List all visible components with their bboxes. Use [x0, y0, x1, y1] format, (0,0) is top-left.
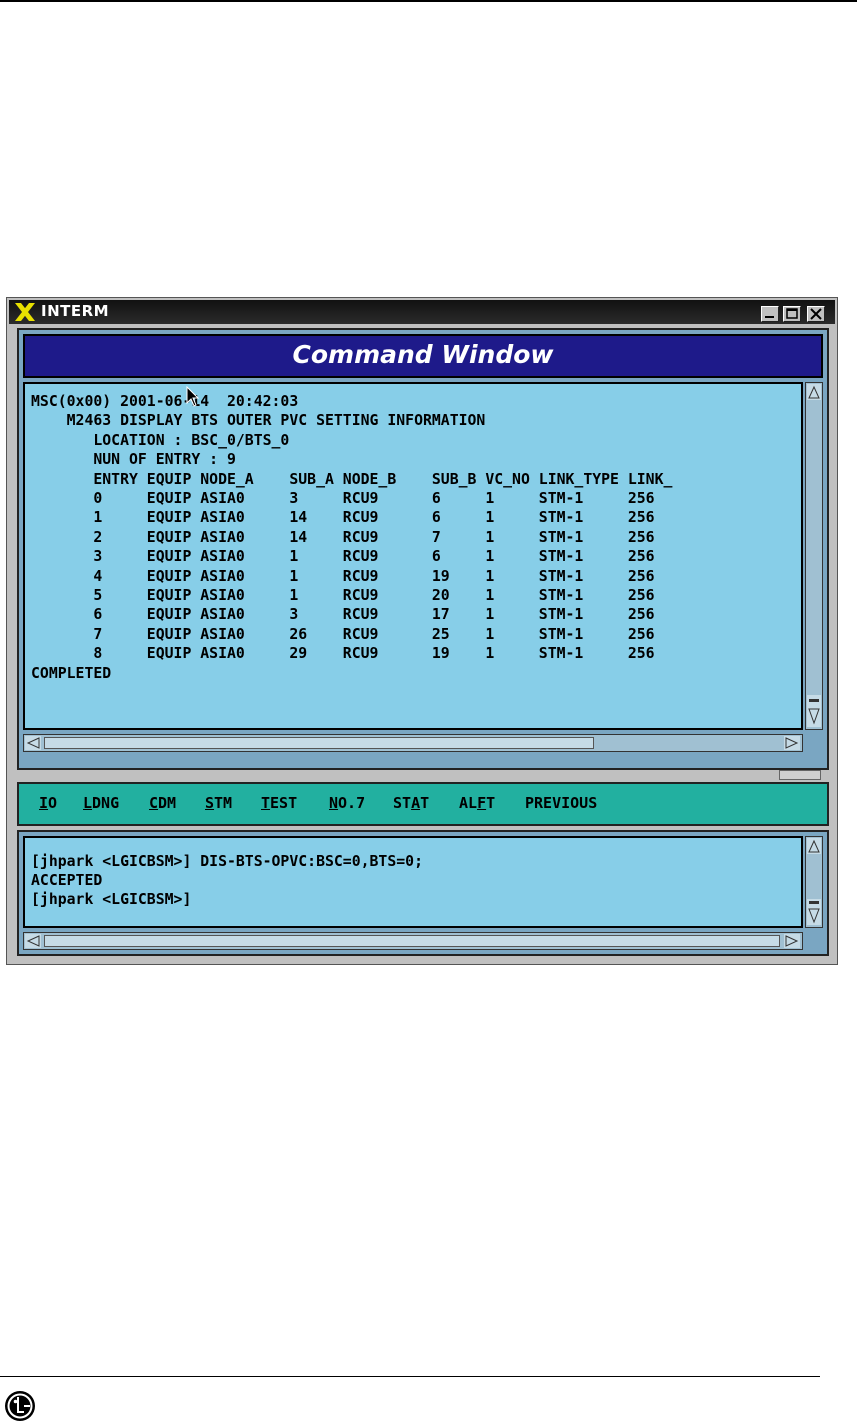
scroll-left-button[interactable]: [25, 736, 41, 750]
arrow-up-icon: [808, 385, 820, 399]
menu-item-stat[interactable]: STAT: [393, 794, 429, 812]
menu-item-mnemonic: T: [261, 794, 271, 812]
output-line: M2463 DISPLAY BTS OUTER PVC SETTING INFO…: [31, 412, 486, 430]
page-top-rule: [0, 0, 857, 2]
arrow-up-icon: [808, 839, 820, 853]
menu-item-cdm[interactable]: CDM: [149, 794, 176, 812]
command-line: [jhpark <LGICBSM>]: [31, 891, 192, 908]
scroll-up-button[interactable]: [807, 384, 821, 400]
menu-item-suffix: T: [486, 794, 496, 812]
close-button[interactable]: [807, 306, 825, 322]
menu-item-suffix: O: [48, 794, 58, 812]
pane-splitter-handle[interactable]: [779, 770, 821, 780]
command-window-panel: Command Window MSC(0x00) 2001-06-14 20:4…: [17, 328, 829, 770]
menu-item-mnemonic: N: [329, 794, 339, 812]
arrow-right-icon: [785, 737, 799, 749]
output-area[interactable]: MSC(0x00) 2001-06-14 20:42:03 M2463 DISP…: [23, 382, 803, 730]
command-window-title: Command Window: [292, 340, 554, 369]
output-line: 3 EQUIP ASIA0 1 RCU9 6 1 STM-1 256: [31, 548, 655, 566]
command-scroll-left-button[interactable]: [25, 934, 41, 948]
output-line: 7 EQUIP ASIA0 26 RCU9 25 1 STM-1 256: [31, 625, 655, 643]
command-window-header: Command Window: [23, 334, 823, 378]
command-horizontal-scroll-thumb[interactable]: [44, 935, 780, 947]
command-input-panel: [jhpark <LGICBSM>] DIS-BTS-OPVC:BSC=0,BT…: [17, 830, 829, 956]
title-bar[interactable]: INTERM: [9, 300, 835, 324]
output-line: 8 EQUIP ASIA0 29 RCU9 19 1 STM-1 256: [31, 645, 655, 663]
arrow-left-icon: [26, 737, 40, 749]
command-horizontal-scrollbar[interactable]: [23, 932, 803, 950]
arrow-left-icon: [26, 935, 40, 947]
lg-logo-icon: [5, 1391, 35, 1421]
output-line: NUN OF ENTRY : 9: [31, 451, 236, 469]
interm-window: INTERM Command Window MSC(0x00) 2001-06-…: [6, 297, 838, 965]
minimize-icon: [765, 316, 774, 318]
output-line: 1 EQUIP ASIA0 14 RCU9 6 1 STM-1 256: [31, 509, 655, 527]
menu-item-mnemonic: C: [149, 794, 159, 812]
menu-item-mnemonic: A: [411, 794, 421, 812]
menu-item-suffix: TM: [214, 794, 233, 812]
menu-item-alft[interactable]: ALFT: [459, 794, 495, 812]
output-line: 5 EQUIP ASIA0 1 RCU9 20 1 STM-1 256: [31, 587, 655, 605]
page-bottom-rule: [0, 1376, 820, 1377]
command-scroll-right-button[interactable]: [784, 934, 800, 948]
x-logo-icon: [15, 303, 35, 321]
menu-item-suffix: T: [420, 794, 430, 812]
scroll-down-button[interactable]: [807, 695, 821, 727]
menu-item-ldng[interactable]: LDNG: [83, 794, 119, 812]
menu-item-test[interactable]: TEST: [261, 794, 297, 812]
menu-item-mnemonic: I: [39, 794, 49, 812]
output-line: ENTRY EQUIP NODE_A SUB_A NODE_B SUB_B VC…: [31, 470, 673, 488]
menu-item-prefix: AL: [459, 794, 478, 812]
app-title: INTERM: [41, 302, 110, 320]
menu-item-stm[interactable]: STM: [205, 794, 232, 812]
horizontal-scroll-thumb[interactable]: [44, 737, 594, 749]
command-line: [jhpark <LGICBSM>] DIS-BTS-OPVC:BSC=0,BT…: [31, 853, 423, 870]
mouse-pointer-icon: [186, 386, 200, 407]
menu-item-previous[interactable]: PREVIOUS: [525, 794, 597, 812]
maximize-button[interactable]: [783, 306, 801, 322]
command-history-area[interactable]: [jhpark <LGICBSM>] DIS-BTS-OPVC:BSC=0,BT…: [23, 836, 803, 928]
command-line: ACCEPTED: [31, 872, 103, 889]
maximize-icon: [786, 308, 798, 319]
menu-item-io[interactable]: IO: [39, 794, 57, 812]
command-scroll-up-button[interactable]: [807, 838, 821, 854]
output-line: LOCATION : BSC_0/BTS_0: [31, 431, 290, 449]
close-icon: [810, 308, 822, 320]
output-line: 6 EQUIP ASIA0 3 RCU9 17 1 STM-1 256: [31, 606, 655, 624]
command-vertical-scrollbar[interactable]: [805, 836, 823, 928]
command-history-text: [jhpark <LGICBSM>] DIS-BTS-OPVC:BSC=0,BT…: [31, 852, 423, 909]
output-text: MSC(0x00) 2001-06-14 20:42:03 M2463 DISP…: [31, 392, 672, 683]
menu-item-suffix: DNG: [92, 794, 120, 812]
command-scroll-down-button[interactable]: [807, 899, 821, 925]
scroll-right-button[interactable]: [784, 736, 800, 750]
menu-item-suffix: EST: [270, 794, 298, 812]
menu-item-mnemonic: L: [83, 794, 93, 812]
output-line: 4 EQUIP ASIA0 1 RCU9 19 1 STM-1 256: [31, 567, 655, 585]
arrow-right-icon: [785, 935, 799, 947]
menu-bar: IO LDNG CDM STM TEST NO.7 STAT ALFT PREVIOUS: [17, 782, 829, 826]
arrow-down-icon: [808, 901, 820, 924]
output-line: MSC(0x00) 2001-06-14 20:42:03: [31, 393, 299, 410]
menu-item-prefix: PREVIOUS: [525, 794, 598, 812]
arrow-down-icon: [808, 699, 820, 725]
output-horizontal-scrollbar[interactable]: [23, 734, 803, 752]
menu-item-mnemonic: S: [205, 794, 215, 812]
output-vertical-scrollbar[interactable]: [805, 382, 823, 730]
menu-item-mnemonic: F: [477, 794, 487, 812]
menu-item-no7[interactable]: NO.7: [329, 794, 365, 812]
minimize-button[interactable]: [761, 306, 779, 322]
menu-item-suffix: DM: [158, 794, 177, 812]
output-line: 2 EQUIP ASIA0 14 RCU9 7 1 STM-1 256: [31, 528, 655, 546]
output-line: COMPLETED: [31, 664, 112, 682]
menu-item-prefix: ST: [393, 794, 412, 812]
menu-item-suffix: O.7: [338, 794, 366, 812]
output-line: 0 EQUIP ASIA0 3 RCU9 6 1 STM-1 256: [31, 490, 655, 508]
